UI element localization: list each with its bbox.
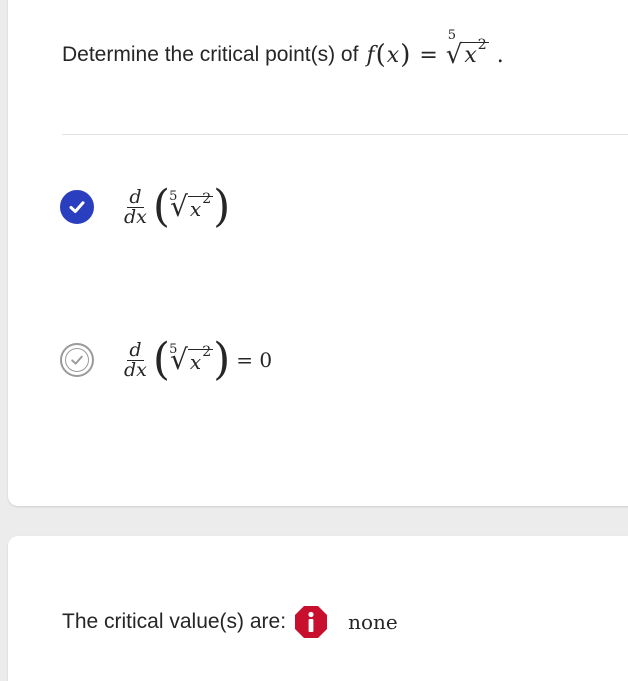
fifth-root: 5 √ x 2 bbox=[445, 28, 489, 70]
function-name: f bbox=[366, 42, 375, 68]
function-expression: f (x) = 5 √ x 2 . bbox=[366, 28, 504, 70]
derivative-operator: d dx bbox=[124, 338, 147, 381]
question-prompt: Determine the critical point(s) of bbox=[62, 43, 359, 66]
checked-icon[interactable] bbox=[60, 190, 94, 224]
option-2[interactable]: d dx ( 5 √ x 2 ) = 0 bbox=[60, 338, 272, 382]
radicand-base: x bbox=[464, 43, 477, 68]
unchecked-icon[interactable] bbox=[60, 343, 94, 377]
divider bbox=[62, 134, 628, 135]
option-2-expression: d dx ( 5 √ x 2 ) = 0 bbox=[124, 334, 273, 385]
equals-sign: = bbox=[419, 42, 438, 68]
answer-label: The critical value(s) are: bbox=[62, 610, 287, 633]
function-variable: x bbox=[386, 42, 400, 68]
root-index: 5 bbox=[447, 28, 457, 43]
fifth-root: 5 √ x 2 bbox=[169, 189, 214, 223]
question-text: Determine the critical point(s) of f (x)… bbox=[62, 28, 504, 80]
answer-row: The critical value(s) are: none bbox=[62, 602, 398, 642]
derivative-operator: d dx bbox=[124, 185, 147, 228]
question-period: . bbox=[496, 42, 504, 68]
option-2-suffix: = 0 bbox=[236, 348, 273, 372]
radicand-exponent: 2 bbox=[477, 37, 487, 53]
option-1-expression: d dx ( 5 √ x 2 ) bbox=[124, 181, 231, 232]
fifth-root: 5 √ x 2 bbox=[169, 342, 214, 376]
answer-value: none bbox=[348, 610, 398, 634]
info-icon[interactable] bbox=[294, 605, 328, 639]
option-1[interactable]: d dx ( 5 √ x 2 ) bbox=[60, 185, 230, 229]
